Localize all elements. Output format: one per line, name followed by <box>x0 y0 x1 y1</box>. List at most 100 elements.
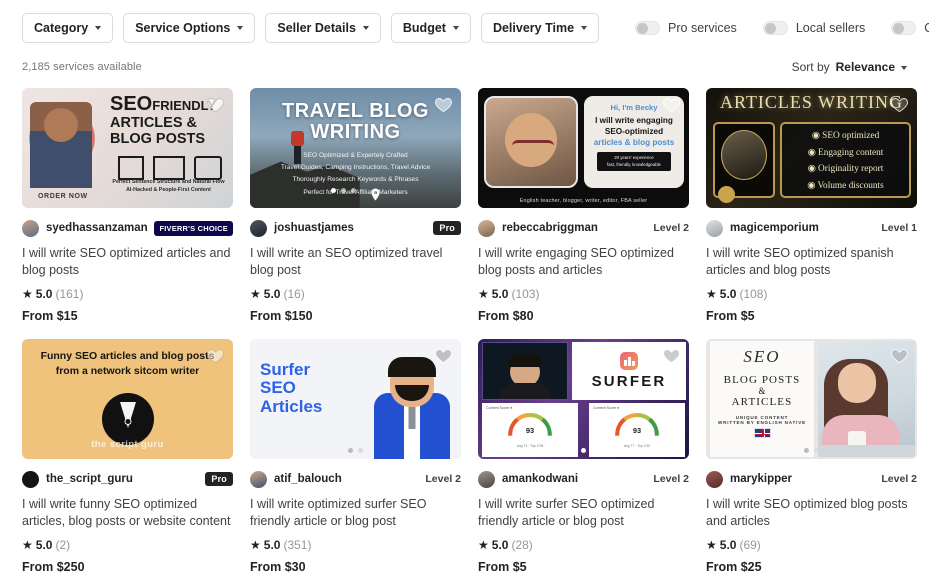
toggle-pro-services[interactable]: Pro services <box>635 20 737 35</box>
carousel-dot[interactable] <box>348 448 353 453</box>
service-thumbnail[interactable]: SURFER Content Score ● 93 Avg 74 · Top 3… <box>478 339 689 459</box>
service-title[interactable]: I will write SEO optimized spanish artic… <box>706 245 917 278</box>
review-count: (103) <box>511 287 540 301</box>
thumb-footer: English teacher, blogger, writer, editor… <box>519 198 648 204</box>
favorite-heart-icon[interactable] <box>206 95 225 114</box>
service-title[interactable]: I will write an SEO optimized travel blo… <box>250 245 461 278</box>
avatar[interactable] <box>22 470 39 488</box>
service-card[interactable]: ARTICLES WRITING ◉ SEO optimized ◉ Engag… <box>706 88 917 323</box>
toggle-switch-icon[interactable] <box>891 20 917 35</box>
carousel-dot[interactable] <box>358 448 363 453</box>
avatar[interactable] <box>478 219 495 237</box>
service-thumbnail[interactable]: SEO BLOG POSTS & ARTICLES UNIQUE CONTENT… <box>706 339 917 459</box>
service-thumbnail[interactable]: Funny SEO articles and blog posts from a… <box>22 339 233 459</box>
service-title[interactable]: I will write SEO optimized articles and … <box>22 245 233 278</box>
results-header: 2,185 services available Sort by Relevan… <box>0 56 929 78</box>
thumb-sub2: AI-Hacked & People-First Content <box>126 187 211 194</box>
seller-level: Level 2 <box>653 473 689 485</box>
avatar[interactable] <box>706 219 723 237</box>
toggle-switch-icon[interactable] <box>762 20 788 35</box>
filter-budget-label: Budget <box>402 20 446 35</box>
service-card[interactable]: TRAVEL BLOG WRITING SEO Optimized & Expe… <box>250 88 461 323</box>
filter-category[interactable]: Category <box>22 12 114 43</box>
seller-name[interactable]: magicemporium <box>730 222 819 234</box>
seller-name[interactable]: rebeccabriggman <box>502 222 598 234</box>
favorite-heart-icon[interactable] <box>890 95 909 114</box>
favorite-heart-icon[interactable] <box>434 346 453 365</box>
filter-delivery-time[interactable]: Delivery Time <box>480 12 600 43</box>
service-card[interactable]: Hi, I'm Becky I will write engaging SEO-… <box>478 88 689 323</box>
carousel-dot[interactable] <box>331 188 336 193</box>
service-title[interactable]: I will write engaging SEO optimized blog… <box>478 245 689 278</box>
carousel-dot[interactable] <box>581 448 586 453</box>
seller-name[interactable]: the_script_guru <box>46 473 133 485</box>
carousel-dot[interactable] <box>814 448 819 453</box>
carousel-dots[interactable] <box>478 448 689 453</box>
filter-seller-details[interactable]: Seller Details <box>265 12 381 43</box>
thumb-bullet-3: ◉ Originality report <box>807 164 884 174</box>
avatar[interactable] <box>706 470 723 488</box>
service-card[interactable]: Surfer SEO Articles atif_balouch Level 2… <box>250 339 461 574</box>
seller-name[interactable]: marykipper <box>730 473 792 485</box>
thumb-headline2: WRITING <box>310 121 401 143</box>
service-title[interactable]: I will write SEO optimized blog posts an… <box>706 496 917 529</box>
carousel-dot[interactable] <box>341 188 346 193</box>
toggle-local-sellers-label: Local sellers <box>795 20 866 35</box>
service-price: From $30 <box>250 560 306 574</box>
toggle-switch-icon[interactable] <box>635 20 661 35</box>
thumb-sub1: SEO Optimized & Expertely Crafted <box>303 152 408 159</box>
carousel-dot[interactable] <box>571 448 576 453</box>
seller-name[interactable]: amankodwani <box>502 473 578 485</box>
carousel-dots[interactable] <box>250 188 461 201</box>
rating: ★ 5.0 (108) <box>706 287 917 301</box>
service-card[interactable]: SEOFRIENDLY ARTICLES & BLOG POSTS Perfec… <box>22 88 233 323</box>
service-price: From $150 <box>250 309 313 323</box>
thumb-headline: Surfer <box>260 360 311 379</box>
favorite-heart-icon[interactable] <box>206 346 225 365</box>
rating: ★ 5.0 (28) <box>478 538 689 552</box>
carousel-dot[interactable] <box>351 188 356 193</box>
toggle-local-sellers[interactable]: Local sellers <box>762 20 866 35</box>
rating: ★ 5.0 (103) <box>478 287 689 301</box>
service-thumbnail[interactable]: TRAVEL BLOG WRITING SEO Optimized & Expe… <box>250 88 461 208</box>
favorite-heart-icon[interactable] <box>662 346 681 365</box>
carousel-dot[interactable] <box>804 448 809 453</box>
review-count: (69) <box>739 538 761 552</box>
favorite-heart-icon[interactable] <box>890 346 909 365</box>
favorite-heart-icon[interactable] <box>662 95 681 114</box>
seller-name[interactable]: syedhassanzaman <box>46 222 148 234</box>
avatar[interactable] <box>250 470 267 488</box>
service-thumbnail[interactable]: Hi, I'm Becky I will write engaging SEO-… <box>478 88 689 208</box>
carousel-dots[interactable] <box>250 448 461 453</box>
service-card[interactable]: SURFER Content Score ● 93 Avg 74 · Top 3… <box>478 339 689 574</box>
thumb-line3: ARTICLES <box>731 396 793 408</box>
filter-budget[interactable]: Budget <box>390 12 471 43</box>
service-card[interactable]: SEO BLOG POSTS & ARTICLES UNIQUE CONTENT… <box>706 339 917 574</box>
service-price: From $5 <box>478 560 527 574</box>
sort-by-control[interactable]: Sort by Relevance <box>792 60 907 74</box>
avatar[interactable] <box>478 470 495 488</box>
favorite-heart-icon[interactable] <box>434 95 453 114</box>
seller-badge: Level 2 <box>653 473 689 485</box>
filter-service-options-label: Service Options <box>135 20 231 35</box>
thumb-line2: SEO-optimized <box>604 127 664 137</box>
thumb-headline: SEO <box>110 93 153 115</box>
seller-name[interactable]: joshuastjames <box>274 222 354 234</box>
service-card[interactable]: Funny SEO articles and blog posts from a… <box>22 339 233 574</box>
service-thumbnail[interactable]: Surfer SEO Articles <box>250 339 461 459</box>
avatar[interactable] <box>250 219 267 237</box>
toggle-online-sellers[interactable]: Online sellers <box>891 20 929 35</box>
service-thumbnail[interactable]: ARTICLES WRITING ◉ SEO optimized ◉ Engag… <box>706 88 917 208</box>
review-count: (2) <box>55 538 71 552</box>
avatar[interactable] <box>22 219 39 237</box>
service-title[interactable]: I will write surfer SEO optimized friend… <box>478 496 689 529</box>
service-thumbnail[interactable]: SEOFRIENDLY ARTICLES & BLOG POSTS Perfec… <box>22 88 233 208</box>
service-title[interactable]: I will write funny SEO optimized article… <box>22 496 233 529</box>
filter-service-options[interactable]: Service Options <box>123 12 256 43</box>
service-title[interactable]: I will write optimized surfer SEO friend… <box>250 496 461 529</box>
carousel-dot[interactable] <box>591 448 596 453</box>
thumb-bullet-1: ◉ SEO optimized <box>811 131 880 141</box>
seller-name[interactable]: atif_balouch <box>274 473 342 485</box>
seller-badge: Level 2 <box>425 473 461 485</box>
carousel-dots[interactable] <box>706 448 917 453</box>
